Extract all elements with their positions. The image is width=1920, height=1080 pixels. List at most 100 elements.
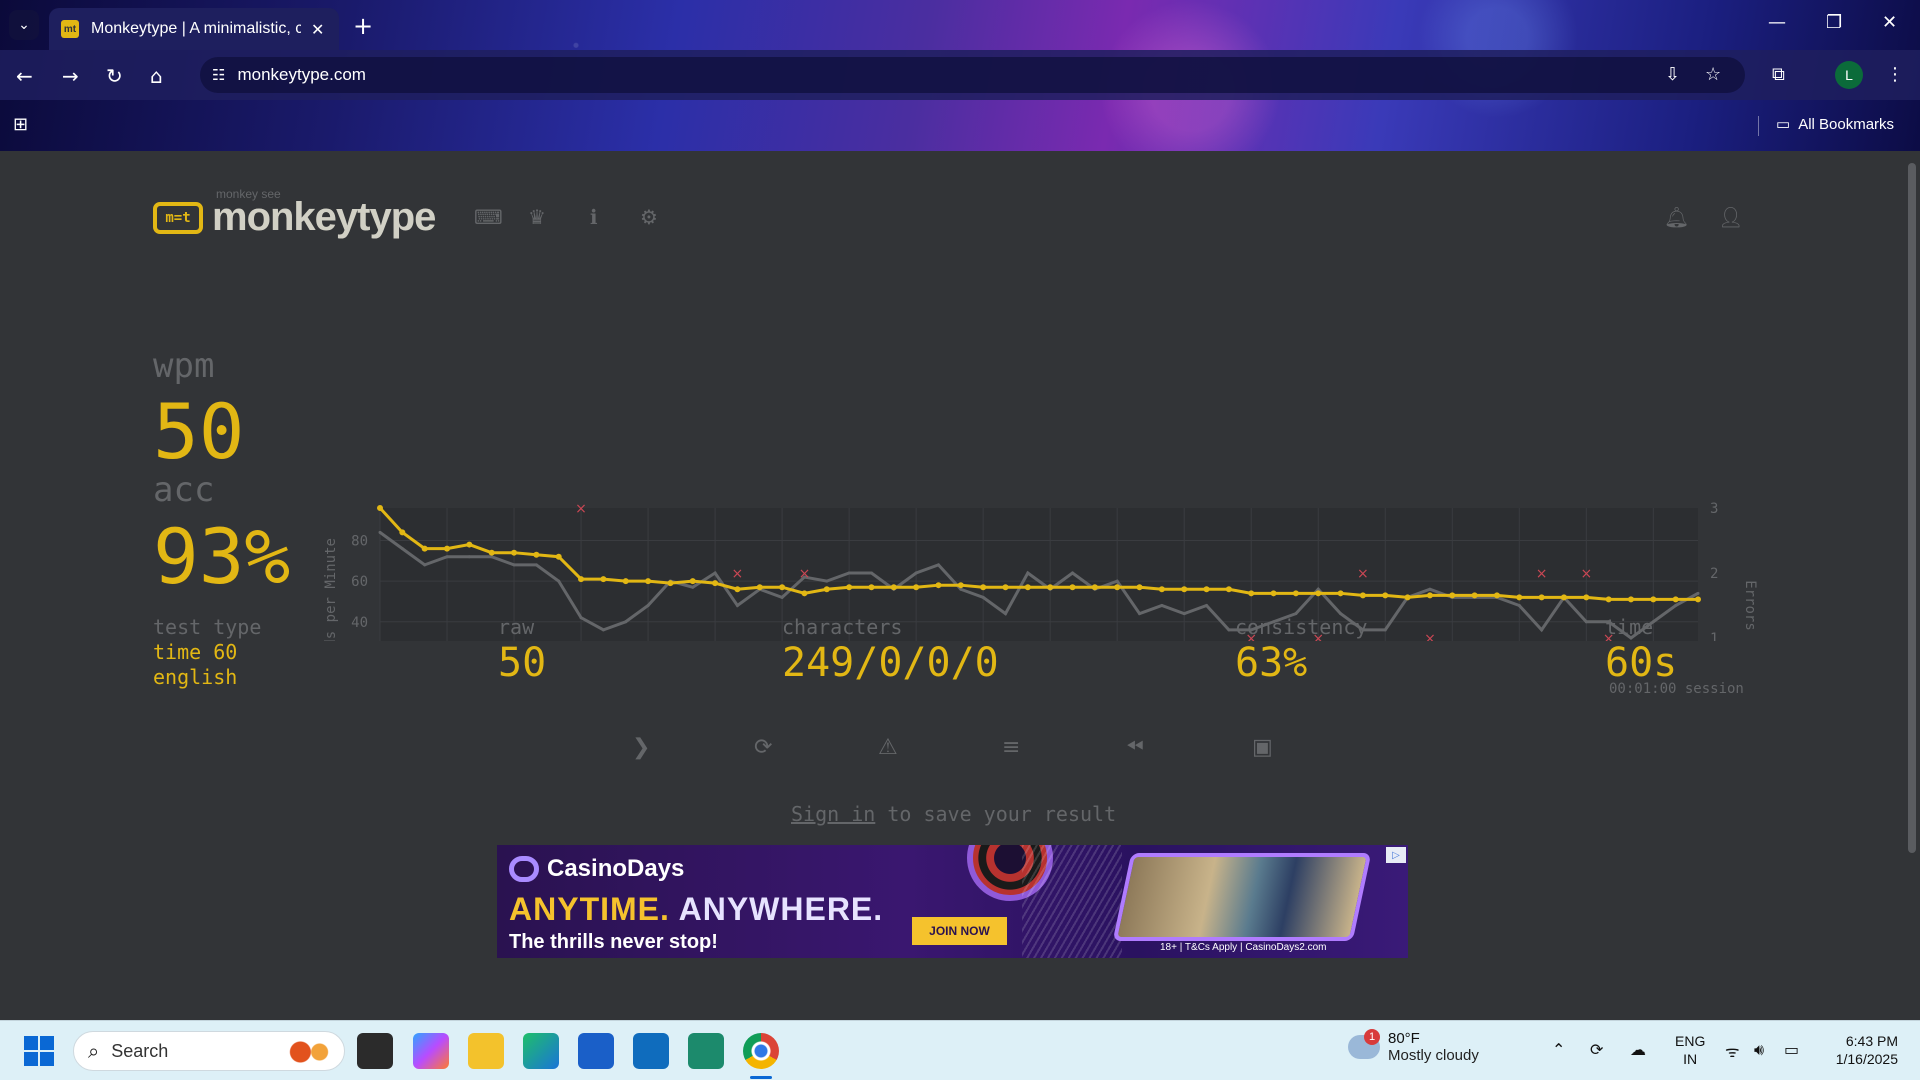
edge-icon[interactable] xyxy=(523,1033,559,1069)
raw-point xyxy=(936,563,940,567)
install-app-icon[interactable]: ⇩ xyxy=(1665,64,1680,85)
browser-toolbar: ← → ↻ ⌂ ☷ monkeytype.com ⇩ ☆ ⧉ L ⋮ xyxy=(0,50,1920,100)
onedrive-cloud-icon[interactable]: ☁ xyxy=(1630,1040,1646,1059)
forward-icon[interactable]: → xyxy=(62,64,79,88)
raw-point xyxy=(400,547,404,551)
close-window-icon[interactable]: ✕ xyxy=(1882,12,1897,33)
copilot-icon[interactable] xyxy=(413,1033,449,1069)
taskbar-search[interactable]: ⌕ Search xyxy=(73,1031,345,1071)
wpm-point xyxy=(667,580,674,587)
reload-icon[interactable]: ↻ xyxy=(106,64,123,88)
raw-point xyxy=(646,604,650,607)
weather-text: 80°F Mostly cloudy xyxy=(1388,1030,1479,1064)
casino-ad-banner[interactable]: CasinoDays ANYTIME. ANYWHERE. The thrill… xyxy=(497,845,1408,958)
volume-icon[interactable]: 🔊︎ xyxy=(1754,1040,1764,1060)
weather-widget[interactable]: 1 80°F Mostly cloudy xyxy=(1348,1029,1479,1064)
test-type-language: english xyxy=(153,665,238,689)
screenshot-icon[interactable]: ▣ xyxy=(1252,735,1273,760)
raw-point xyxy=(914,571,918,575)
account-icon[interactable]: 👤︎ xyxy=(1718,205,1743,229)
scrollbar-thumb[interactable] xyxy=(1908,163,1916,853)
replay-icon[interactable]: ⏪︎ xyxy=(1126,735,1144,760)
show-hidden-icons-chevron-icon[interactable]: ⌃ xyxy=(1552,1040,1565,1059)
report-warning-icon[interactable]: ⚠ xyxy=(878,735,898,760)
crown-icon[interactable]: ♛ xyxy=(528,205,546,229)
language-indicator[interactable]: ENG IN xyxy=(1675,1032,1705,1068)
system-clock[interactable]: 6:43 PM 1/16/2025 xyxy=(1826,1032,1898,1068)
language-region: IN xyxy=(1683,1051,1698,1067)
tab-close-icon[interactable]: ✕ xyxy=(311,20,324,39)
wpm-point xyxy=(399,529,406,536)
store-icon[interactable] xyxy=(578,1033,614,1069)
ad-headline: ANYTIME. ANYWHERE. xyxy=(509,891,883,928)
notification-bell-icon[interactable]: 🔔︎ xyxy=(1664,205,1689,229)
tab-search-button[interactable]: ⌄ xyxy=(9,10,39,40)
raw-point xyxy=(579,616,583,620)
characters-value: 249/0/0/0 xyxy=(782,640,999,686)
wpm-point xyxy=(1516,594,1523,601)
y2-tick-label: 3 xyxy=(1710,501,1718,517)
y-axis-title: Words per Minute xyxy=(323,538,339,641)
ad-join-button[interactable]: JOIN NOW xyxy=(912,917,1007,945)
minimize-icon[interactable]: — xyxy=(1768,12,1786,33)
browser-menu-icon[interactable]: ⋮ xyxy=(1886,64,1904,85)
file-explorer-icon[interactable] xyxy=(468,1033,504,1069)
wpm-point xyxy=(1047,584,1054,591)
ad-decor-stripes xyxy=(1022,845,1122,958)
battery-icon[interactable]: ▭ xyxy=(1784,1040,1799,1059)
restore-icon[interactable]: ❐ xyxy=(1826,12,1842,33)
error-marker: × xyxy=(799,566,811,582)
home-icon[interactable]: ⌂ xyxy=(150,64,163,88)
bookmark-star-icon[interactable]: ☆ xyxy=(1705,64,1721,85)
wpm-point xyxy=(1114,584,1121,591)
address-bar[interactable]: ☷ monkeytype.com ⇩ ☆ xyxy=(200,57,1745,93)
raw-value: 50 xyxy=(498,640,547,686)
outlook-icon[interactable] xyxy=(633,1033,669,1069)
settings-gear-icon[interactable]: ⚙ xyxy=(640,205,658,229)
wpm-point xyxy=(980,584,987,591)
wpm-point xyxy=(868,584,875,591)
keyboard-icon[interactable]: ⌨ xyxy=(474,205,503,229)
wpm-point xyxy=(1292,590,1299,597)
wpm-point xyxy=(377,505,383,511)
site-info-icon[interactable]: ☷ xyxy=(212,66,225,84)
restart-icon[interactable]: ⟳ xyxy=(754,735,772,760)
raw-point xyxy=(1428,587,1432,591)
apps-grid-icon[interactable]: ⊞ xyxy=(13,114,28,135)
wpm-point xyxy=(1002,584,1009,591)
page-scrollbar[interactable] xyxy=(1904,151,1920,1020)
wpm-point xyxy=(645,578,652,585)
profile-avatar[interactable]: L xyxy=(1835,61,1863,89)
words-history-icon[interactable]: ≡ xyxy=(1002,735,1020,760)
info-icon[interactable]: ℹ xyxy=(590,205,598,229)
back-icon[interactable]: ← xyxy=(16,64,33,88)
next-test-icon[interactable]: ❯ xyxy=(632,735,650,760)
signin-link[interactable]: Sign in xyxy=(791,802,875,826)
vscode-icon[interactable] xyxy=(688,1033,724,1069)
wpm-point xyxy=(823,586,830,593)
wpm-point xyxy=(734,586,741,593)
y-tick-label: 60 xyxy=(351,574,368,590)
raw-point xyxy=(1160,604,1164,607)
extensions-icon[interactable]: ⧉ xyxy=(1772,64,1785,85)
wpm-point xyxy=(935,582,942,589)
wpm-point xyxy=(1248,590,1255,597)
wifi-icon[interactable]: ᯤ xyxy=(1725,1040,1740,1062)
adchoices-icon[interactable]: ▷ xyxy=(1386,847,1406,863)
raw-point xyxy=(847,571,851,575)
raw-point xyxy=(490,555,494,559)
sync-icon[interactable]: ⟳ xyxy=(1590,1040,1603,1059)
ad-brand-logo-icon xyxy=(509,856,539,882)
windows-start-icon[interactable] xyxy=(24,1036,54,1066)
task-view-icon[interactable] xyxy=(357,1033,393,1069)
chrome-icon[interactable] xyxy=(743,1033,779,1069)
raw-point xyxy=(1182,612,1186,616)
new-tab-button[interactable]: + xyxy=(353,12,373,40)
ad-brand-name: CasinoDays xyxy=(547,855,685,882)
wpm-label: wpm xyxy=(153,346,215,386)
wpm-point xyxy=(600,576,607,583)
all-bookmarks-button[interactable]: ▭ All Bookmarks xyxy=(1776,115,1894,134)
monkeytype-logo[interactable]: m=t monkey see monkeytype xyxy=(153,187,436,240)
wpm-point xyxy=(622,578,629,585)
browser-tab[interactable]: mt Monkeytype | A minimalistic, cu ✕ xyxy=(49,8,339,50)
